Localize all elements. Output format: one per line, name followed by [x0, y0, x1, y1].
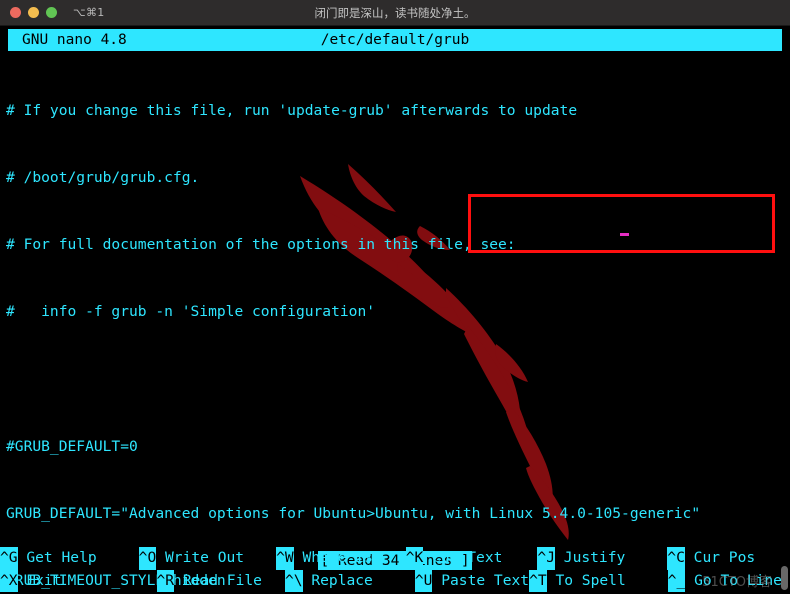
close-window-button[interactable]	[10, 7, 21, 18]
shortcut-row-2: ^X Exit ^R Read File ^\ Replace ^U Paste…	[0, 569, 790, 593]
shortcut-label: Paste Text	[432, 571, 530, 589]
terminal-scrollbar-thumb[interactable]	[781, 566, 788, 590]
shortcut-cut-text[interactable]: ^K Cut Text	[405, 547, 503, 570]
shortcut-key: ^_	[667, 569, 686, 593]
shortcut-write-out[interactable]: ^O Write Out	[138, 547, 245, 570]
editor-line: # info -f grub -n 'Simple configuration'	[6, 303, 376, 321]
nano-filename: /etc/default/grub	[320, 32, 470, 48]
traffic-light-buttons	[0, 7, 57, 18]
editor-line: # If you change this file, run 'update-g…	[6, 101, 578, 119]
shortcut-key: ^C	[667, 547, 685, 570]
minimize-window-button[interactable]	[28, 7, 39, 18]
shortcut-key: ^K	[405, 547, 424, 570]
window-title-bar: ⌥⌘1 闭门即是深山，读书随处净土。	[0, 0, 790, 26]
editor-line-grub-default: GRUB_DEFAULT="Advanced options for Ubunt…	[6, 505, 701, 523]
shortcut-key: ^U	[414, 569, 433, 593]
shortcut-replace[interactable]: ^\ Replace	[284, 569, 373, 593]
editor-line-blank	[6, 369, 790, 391]
shortcut-key: ^T	[529, 569, 547, 593]
terminal-window: ⌥⌘1 闭门即是深山，读书随处净土。 GNU nano 4.8 /etc/def…	[0, 0, 790, 594]
tab-label[interactable]: ⌥⌘1	[73, 6, 105, 19]
shortcut-key: ^O	[138, 547, 157, 570]
shortcut-key: ^X	[0, 569, 18, 593]
terminal-content[interactable]: GNU nano 4.8 /etc/default/grub # If you …	[0, 26, 790, 594]
shortcut-justify[interactable]: ^J Justify	[537, 547, 626, 570]
shortcut-where-is[interactable]: ^W Where Is	[276, 547, 373, 570]
shortcut-label: Replace	[302, 571, 373, 589]
nano-shortcut-bar: ^G Get Help ^O Write Out ^W Where Is ^K …	[0, 547, 790, 593]
editor-line: #GRUB_DEFAULT=0	[6, 437, 138, 455]
shortcut-label: Read File	[174, 571, 262, 589]
nano-text-area[interactable]: # If you change this file, run 'update-g…	[0, 51, 790, 594]
shortcut-go-to-line[interactable]: ^_ Go To Line	[667, 569, 782, 593]
editor-line: # For full documentation of the options …	[6, 236, 516, 254]
shortcut-label: Exit	[17, 571, 62, 589]
shortcut-key: ^J	[537, 547, 555, 570]
shortcut-label: Cut Text	[423, 549, 503, 567]
shortcut-key: ^\	[284, 569, 303, 593]
shortcut-to-spell[interactable]: ^T To Spell	[529, 569, 626, 593]
shortcut-label: Get Help	[17, 549, 97, 567]
shortcut-row-1: ^G Get Help ^O Write Out ^W Where Is ^K …	[0, 547, 790, 570]
window-title: 闭门即是深山，读书随处净土。	[314, 5, 476, 20]
shortcut-key: ^R	[156, 569, 175, 593]
shortcut-get-help[interactable]: ^G Get Help	[0, 547, 97, 570]
shortcut-label: Cur Pos	[684, 549, 756, 567]
shortcut-paste-text[interactable]: ^U Paste Text	[414, 569, 530, 593]
shortcut-label: Write Out	[156, 549, 245, 567]
shortcut-label: Justify	[555, 549, 626, 567]
shortcut-key: ^G	[0, 547, 18, 570]
shortcut-cur-pos[interactable]: ^C Cur Pos	[667, 547, 756, 570]
zoom-window-button[interactable]	[46, 7, 57, 18]
shortcut-label: Go To Line	[685, 571, 782, 589]
shortcut-label: To Spell	[546, 571, 626, 589]
text-cursor-underline	[620, 233, 629, 236]
shortcut-read-file[interactable]: ^R Read File	[156, 569, 262, 593]
shortcut-key: ^W	[276, 547, 294, 570]
editor-line: # /boot/grub/grub.cfg.	[6, 169, 200, 187]
nano-title-bar: GNU nano 4.8 /etc/default/grub	[8, 29, 782, 51]
shortcut-label: Where Is	[293, 549, 373, 567]
shortcut-exit[interactable]: ^X Exit	[0, 569, 62, 593]
